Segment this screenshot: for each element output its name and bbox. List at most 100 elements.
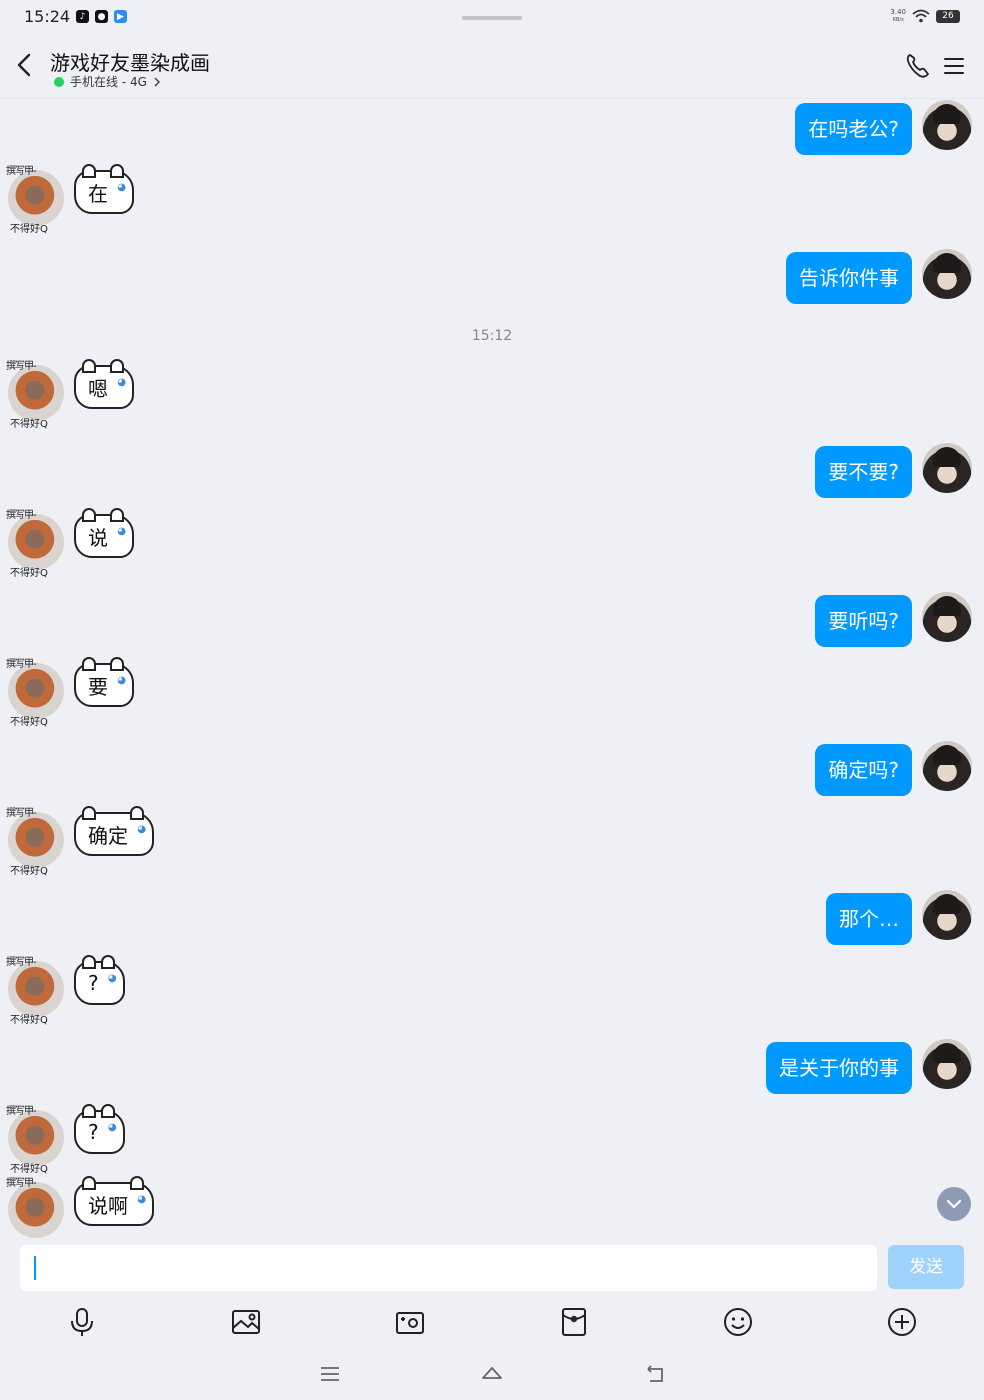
my-avatar[interactable] (922, 741, 972, 791)
message-list[interactable]: 在吗老公? 撰写甲- 不得好Q 在 ◕ 告诉你件事 15:12 撰写甲- 不得好Q… (0, 99, 984, 1239)
red-packet-icon[interactable] (558, 1306, 590, 1338)
message-timestamp: 15:12 (471, 328, 513, 344)
message-bubble[interactable]: 是关于你的事 (766, 1042, 912, 1094)
message-bubble[interactable]: 确定吗? (815, 744, 912, 796)
message-incoming: 撰写甲- 不得好Q 要 ◕ (0, 655, 984, 728)
window-handle[interactable] (462, 16, 522, 20)
sticker-text: ? (88, 971, 99, 995)
chat-header: 游戏好友墨染成画 手机在线 - 4G (0, 36, 984, 99)
online-status[interactable]: 手机在线 - 4G (54, 73, 161, 90)
wifi-icon (912, 9, 930, 23)
menu-icon[interactable] (942, 54, 966, 78)
message-incoming: 撰写甲- 不得好Q ? ◕ (0, 1102, 984, 1175)
message-incoming: 撰写甲- 不得好Q 说 ◕ (0, 506, 984, 579)
my-avatar[interactable] (922, 443, 972, 493)
scroll-to-bottom-button[interactable] (937, 1187, 971, 1221)
status-time: 15:24 (24, 7, 71, 26)
message-outgoing: 是关于你的事 (0, 1039, 984, 1099)
message-outgoing: 确定吗? (0, 741, 984, 801)
sticker-message[interactable]: 嗯 ◕ (74, 359, 134, 413)
message-bubble[interactable]: 要听吗? (815, 595, 912, 647)
my-avatar[interactable] (922, 1039, 972, 1089)
online-dot-icon (54, 76, 64, 87)
friend-avatar[interactable]: 撰写甲- (6, 1178, 64, 1238)
message-bubble[interactable]: 在吗老公? (795, 103, 912, 155)
phone-icon[interactable] (904, 52, 932, 80)
sticker-message[interactable]: 在 ◕ (74, 164, 134, 218)
camera-icon[interactable] (394, 1306, 426, 1338)
message-input[interactable] (20, 1245, 877, 1291)
message-bubble[interactable]: 告诉你件事 (786, 252, 912, 304)
avatar-frame-text: 不得好Q (10, 866, 48, 877)
friend-avatar[interactable]: 撰写甲- 不得好Q (6, 166, 64, 235)
sticker-message[interactable]: ? ◕ (74, 1104, 125, 1158)
friend-avatar[interactable]: 撰写甲- 不得好Q (6, 808, 64, 877)
avatar-frame-text: 撰写甲- (6, 957, 37, 968)
back-nav-icon[interactable] (642, 1362, 666, 1386)
avatar-frame-text: 撰写甲- (6, 510, 37, 521)
plus-icon[interactable] (886, 1306, 918, 1338)
friend-avatar[interactable]: 撰写甲- 不得好Q (6, 361, 64, 430)
my-avatar[interactable] (922, 592, 972, 642)
message-outgoing: 告诉你件事 (0, 249, 984, 309)
avatar-frame-text: 不得好Q (10, 224, 48, 235)
sticker-face-icon: ◕ (137, 824, 146, 835)
avatar-frame-text: 不得好Q (10, 717, 48, 728)
image-icon[interactable] (230, 1306, 262, 1338)
sticker-message[interactable]: ? ◕ (74, 955, 125, 1009)
avatar-frame-text: 不得好Q (10, 1164, 48, 1175)
battery-icon: 26 (936, 9, 960, 23)
avatar-frame-text: 撰写甲- (6, 166, 37, 177)
sticker-face-icon: ◕ (117, 675, 126, 686)
online-status-text: 手机在线 - 4G (70, 75, 147, 89)
sticker-text: 嗯 (88, 376, 108, 401)
sticker-text: 要 (88, 674, 108, 699)
sticker-face-icon: ◕ (137, 1194, 146, 1205)
sticker-text: 说啊 (88, 1193, 128, 1218)
sticker-face-icon: ◕ (107, 1122, 117, 1133)
network-speed: 3.40 KB/s (890, 8, 906, 23)
avatar-frame-text: 撰写甲- (6, 659, 37, 670)
message-bubble[interactable]: 那个… (826, 893, 912, 945)
browser-icon: ▶ (114, 10, 127, 23)
avatar-frame-text: 不得好Q (10, 568, 48, 579)
recent-apps-icon[interactable] (318, 1362, 342, 1386)
sticker-face-icon: ◕ (117, 182, 126, 193)
microphone-icon[interactable] (66, 1306, 98, 1338)
message-outgoing: 要不要? (0, 443, 984, 503)
emoji-icon[interactable] (722, 1306, 754, 1338)
message-incoming: 撰写甲- 不得好Q 确定 ◕ (0, 804, 984, 877)
friend-avatar[interactable]: 撰写甲- 不得好Q (6, 957, 64, 1026)
friend-avatar[interactable]: 撰写甲- 不得好Q (6, 1106, 64, 1175)
message-incoming: 撰写甲- 不得好Q 在 ◕ (0, 162, 984, 235)
send-button[interactable]: 发送 (888, 1245, 964, 1289)
chevron-right-icon (154, 77, 160, 86)
sticker-text: 确定 (88, 823, 128, 848)
chat-title[interactable]: 游戏好友墨染成画 (50, 47, 210, 76)
text-caret (34, 1256, 36, 1280)
friend-avatar[interactable]: 撰写甲- 不得好Q (6, 510, 64, 579)
avatar-frame-text: 撰写甲- (6, 808, 37, 819)
sticker-face-icon: ◕ (117, 526, 126, 537)
message-outgoing: 要听吗? (0, 592, 984, 652)
message-outgoing: 在吗老公? (0, 100, 984, 160)
message-bubble[interactable]: 要不要? (815, 446, 912, 498)
my-avatar[interactable] (922, 100, 972, 150)
sticker-message[interactable]: 说啊 ◕ (74, 1176, 154, 1230)
sticker-message[interactable]: 说 ◕ (74, 508, 134, 562)
sticker-message[interactable]: 要 ◕ (74, 657, 134, 711)
back-icon[interactable] (12, 50, 38, 80)
sticker-text: 说 (88, 525, 108, 550)
message-outgoing: 那个… (0, 890, 984, 950)
status-app-icons: ♪ ● ▶ (76, 10, 127, 23)
sticker-face-icon: ◕ (107, 973, 117, 984)
sticker-text: ? (88, 1120, 99, 1144)
sticker-message[interactable]: 确定 ◕ (74, 806, 154, 860)
my-avatar[interactable] (922, 890, 972, 940)
message-incoming: 撰写甲- 不得好Q 嗯 ◕ (0, 357, 984, 430)
sticker-face-icon: ◕ (117, 377, 126, 388)
avatar-frame-text: 撰写甲- (6, 1106, 37, 1117)
friend-avatar[interactable]: 撰写甲- 不得好Q (6, 659, 64, 728)
my-avatar[interactable] (922, 249, 972, 299)
home-icon[interactable] (480, 1362, 504, 1386)
